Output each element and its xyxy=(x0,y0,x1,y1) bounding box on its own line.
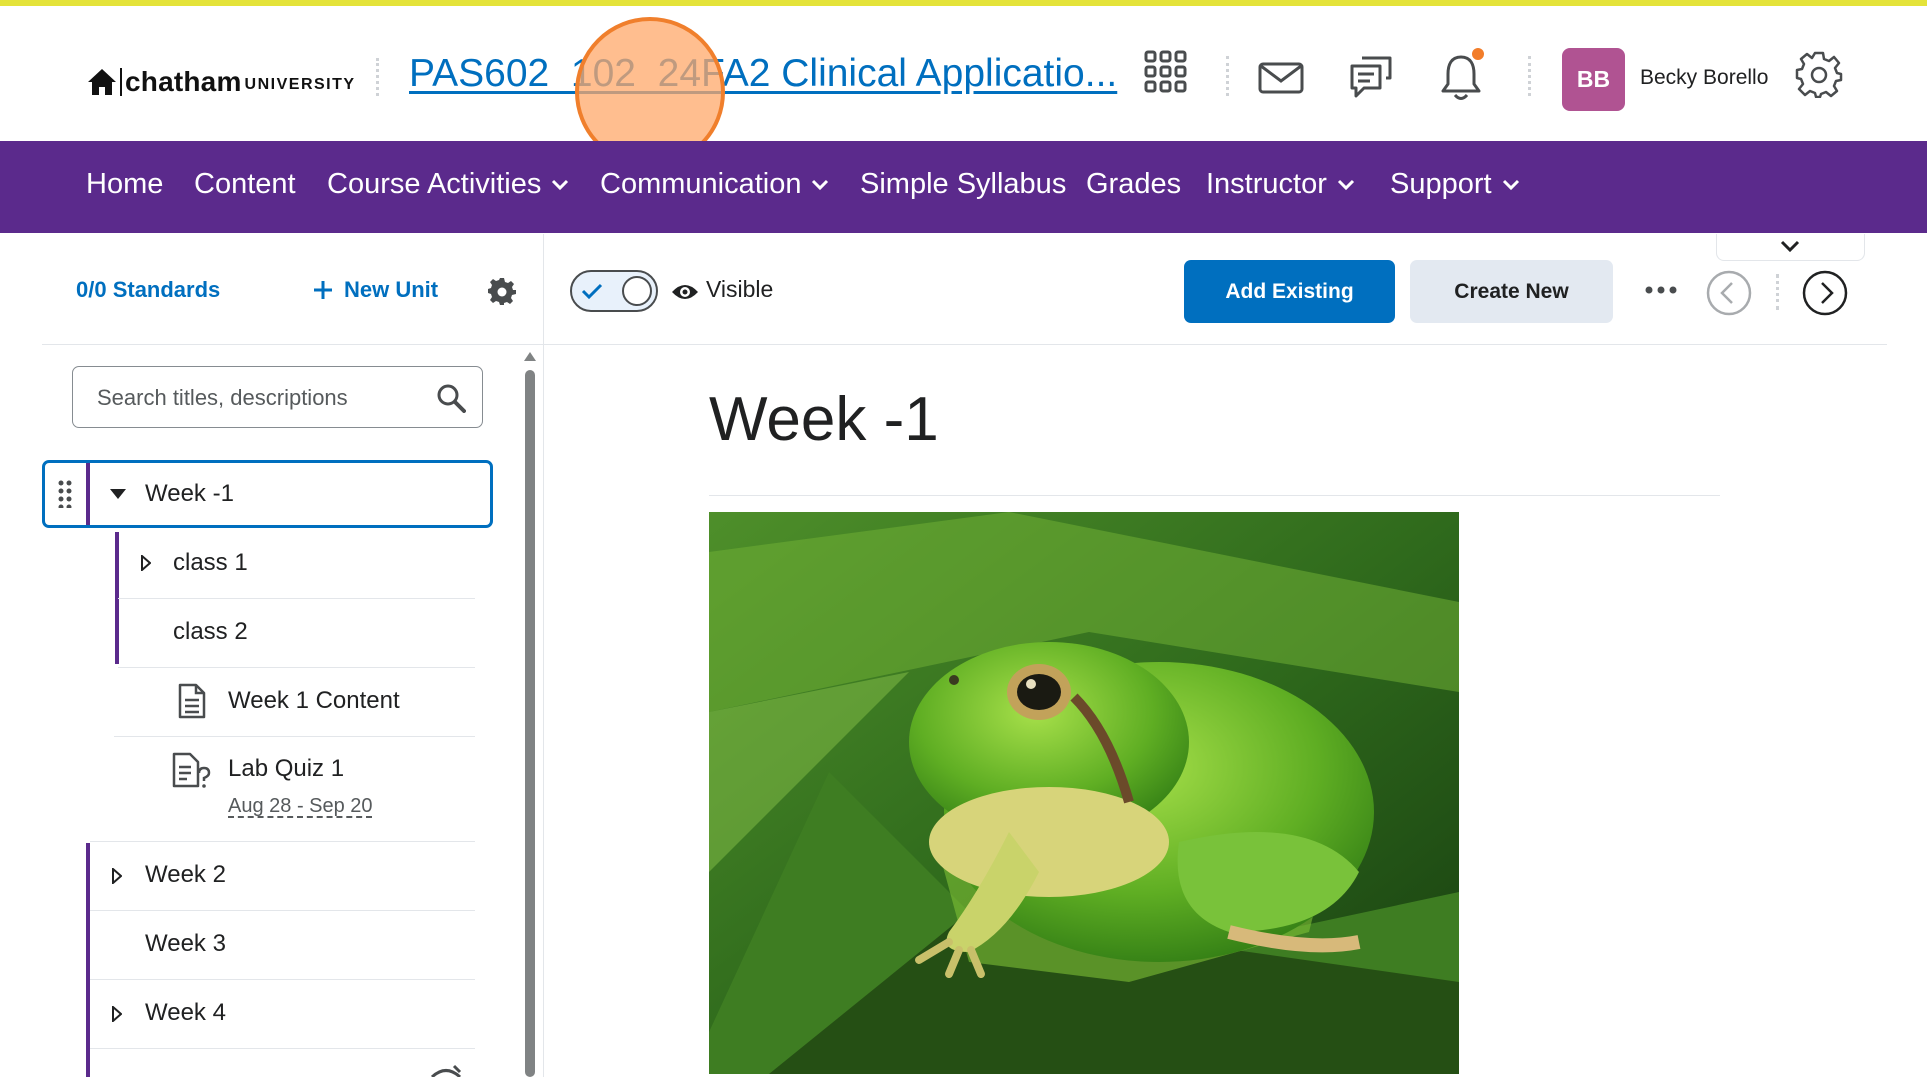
scrollbar-thumb[interactable] xyxy=(525,370,535,1077)
divider xyxy=(90,841,475,842)
course-title-link[interactable]: PAS602_102_24FA2 Clinical Applicatio... xyxy=(409,52,1117,96)
tree-item-week-1-content[interactable]: Week 1 Content xyxy=(228,687,400,715)
dropdown-tab[interactable] xyxy=(1716,234,1865,261)
divider xyxy=(90,910,475,911)
nav-home[interactable]: Home xyxy=(86,168,163,201)
divider xyxy=(709,495,1720,496)
plus-icon xyxy=(314,281,332,299)
page-title: Week -1 xyxy=(709,385,939,454)
previous-icon[interactable] xyxy=(1706,270,1752,316)
checkmark-icon xyxy=(581,283,603,300)
header: chatham UNIVERSITY PAS602_102_24FA2 Clin… xyxy=(0,6,1927,141)
main-nav: Home Content Course Activities Communica… xyxy=(0,141,1927,233)
avatar[interactable]: BB xyxy=(1562,48,1625,111)
nav-grades[interactable]: Grades xyxy=(1086,168,1181,201)
tree-item-week-4[interactable]: Week 4 xyxy=(145,999,226,1027)
tree-item-class-1[interactable]: class 1 xyxy=(173,549,248,577)
caret-right-icon[interactable] xyxy=(141,555,151,571)
chevron-down-icon xyxy=(1337,179,1354,190)
logo-word: chatham xyxy=(125,66,242,97)
divider xyxy=(118,667,475,668)
next-icon[interactable] xyxy=(1802,270,1848,316)
visibility-toggle[interactable] xyxy=(570,270,658,312)
nav-course-activities[interactable]: Course Activities xyxy=(327,168,569,201)
user-name[interactable]: Becky Borello xyxy=(1640,66,1768,90)
header-separator xyxy=(1528,56,1531,96)
new-unit-button[interactable]: New Unit xyxy=(312,277,438,303)
drag-handle-icon[interactable] xyxy=(58,480,72,508)
document-icon xyxy=(178,683,206,719)
toolbar-separator xyxy=(1776,274,1779,310)
visibility-label: Visible xyxy=(706,276,774,302)
nav-instructor[interactable]: Instructor xyxy=(1206,168,1355,201)
divider xyxy=(118,598,475,599)
tree-item-week-1[interactable]: Week -1 xyxy=(145,480,234,508)
tree-item-lab-quiz-1[interactable]: Lab Quiz 1 xyxy=(228,755,344,783)
scroll-up-arrow-icon[interactable] xyxy=(523,350,537,362)
nav-communication[interactable]: Communication xyxy=(600,168,829,201)
caret-right-icon[interactable] xyxy=(112,868,122,884)
caret-right-icon[interactable] xyxy=(112,1006,122,1022)
unit-indicator xyxy=(86,843,90,1077)
tree-item-week-2[interactable]: Week 2 xyxy=(145,861,226,889)
mail-icon[interactable] xyxy=(1258,62,1304,94)
chevron-down-icon xyxy=(812,179,829,190)
pane-divider xyxy=(543,234,544,1077)
hidden-eye-icon[interactable] xyxy=(430,1064,462,1077)
tree-item-class-2[interactable]: class 2 xyxy=(173,618,248,646)
search-box[interactable] xyxy=(72,366,483,428)
divider xyxy=(42,344,544,345)
standards-link[interactable]: 0/0 Standards xyxy=(76,277,220,303)
notification-badge xyxy=(1470,46,1486,62)
create-new-button[interactable]: Create New xyxy=(1410,260,1613,323)
more-options-icon[interactable] xyxy=(1645,285,1677,295)
quiz-icon xyxy=(172,752,211,788)
search-input[interactable] xyxy=(95,381,429,415)
university-logo[interactable]: chatham UNIVERSITY xyxy=(86,64,356,100)
eye-icon xyxy=(672,285,698,299)
header-separator xyxy=(376,58,379,96)
chat-icon[interactable] xyxy=(1348,54,1394,100)
chevron-down-icon xyxy=(1502,179,1519,190)
tree-item-week-3[interactable]: Week 3 xyxy=(145,930,226,958)
caret-down-icon[interactable] xyxy=(109,488,127,500)
unit-indicator xyxy=(86,463,90,525)
waffle-icon[interactable] xyxy=(1144,50,1188,94)
chevron-down-icon xyxy=(1780,240,1800,252)
divider xyxy=(114,736,475,737)
gear-icon[interactable] xyxy=(1795,50,1843,98)
search-icon[interactable] xyxy=(436,383,466,413)
nav-simple-syllabus[interactable]: Simple Syllabus xyxy=(860,168,1066,201)
frog-image xyxy=(709,512,1459,1074)
divider xyxy=(90,979,475,980)
house-logo-icon xyxy=(88,69,116,95)
quiz-dates[interactable]: Aug 28 - Sep 20 xyxy=(228,795,373,818)
header-separator xyxy=(1226,56,1229,96)
divider xyxy=(544,344,1887,345)
gear-icon[interactable] xyxy=(488,277,516,305)
divider xyxy=(90,1048,475,1049)
add-existing-button[interactable]: Add Existing xyxy=(1184,260,1395,323)
logo-sub: UNIVERSITY xyxy=(244,76,356,93)
chevron-down-icon xyxy=(552,179,569,190)
nav-content[interactable]: Content xyxy=(194,168,296,201)
nav-support[interactable]: Support xyxy=(1390,168,1520,201)
